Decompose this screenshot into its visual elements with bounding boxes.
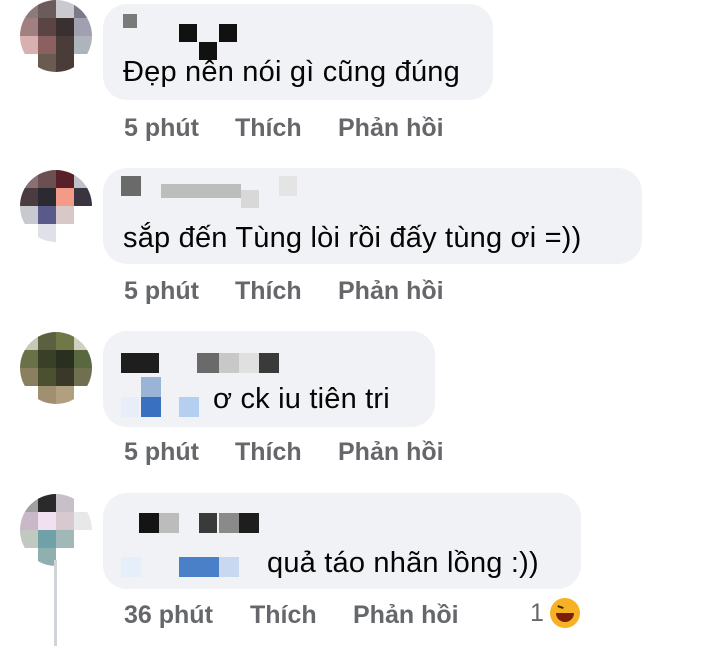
timestamp[interactable]: 5 phút bbox=[124, 277, 235, 306]
reply-button[interactable]: Phản hồi bbox=[338, 438, 444, 467]
like-button[interactable]: Thích bbox=[235, 438, 338, 467]
comment-bubble: quả táo nhãn lồng :)) bbox=[103, 493, 581, 589]
avatar[interactable] bbox=[20, 0, 92, 72]
comment-actions: 5 phút Thích Phản hồi bbox=[124, 438, 444, 467]
timestamp[interactable]: 5 phút bbox=[124, 438, 235, 467]
like-button[interactable]: Thích bbox=[235, 277, 338, 306]
reply-thread-line bbox=[54, 560, 57, 646]
reply-button[interactable]: Phản hồi bbox=[353, 601, 459, 630]
comment-text: sắp đến Tùng lòi rồi đấy tùng ơi =)) bbox=[123, 222, 582, 254]
avatar[interactable] bbox=[20, 170, 92, 242]
comment-actions: 36 phút Thích Phản hồi bbox=[124, 601, 459, 630]
comment-bubble: Đẹp nên nói gì cũng đúng bbox=[103, 4, 493, 100]
comment-bubble: sắp đến Tùng lòi rồi đấy tùng ơi =)) bbox=[103, 168, 642, 264]
like-button[interactable]: Thích bbox=[235, 114, 338, 143]
avatar[interactable] bbox=[20, 332, 92, 404]
reaction-summary[interactable]: 1 bbox=[530, 598, 580, 628]
comment-bubble: ơ ck iu tiên tri bbox=[103, 331, 435, 427]
timestamp[interactable]: 36 phút bbox=[124, 601, 250, 630]
reply-button[interactable]: Phản hồi bbox=[338, 114, 444, 143]
timestamp[interactable]: 5 phút bbox=[124, 114, 235, 143]
avatar[interactable] bbox=[20, 494, 92, 566]
haha-emoji-icon bbox=[549, 598, 580, 628]
comment-text: Đẹp nên nói gì cũng đúng bbox=[123, 56, 460, 88]
like-button[interactable]: Thích bbox=[250, 601, 353, 630]
comment-text: ơ ck iu tiên tri bbox=[213, 383, 390, 415]
reaction-count: 1 bbox=[530, 598, 544, 627]
comment-actions: 5 phút Thích Phản hồi bbox=[124, 114, 444, 143]
comment-text: quả táo nhãn lồng :)) bbox=[267, 547, 539, 579]
reply-button[interactable]: Phản hồi bbox=[338, 277, 444, 306]
comment-actions: 5 phút Thích Phản hồi bbox=[124, 277, 444, 306]
